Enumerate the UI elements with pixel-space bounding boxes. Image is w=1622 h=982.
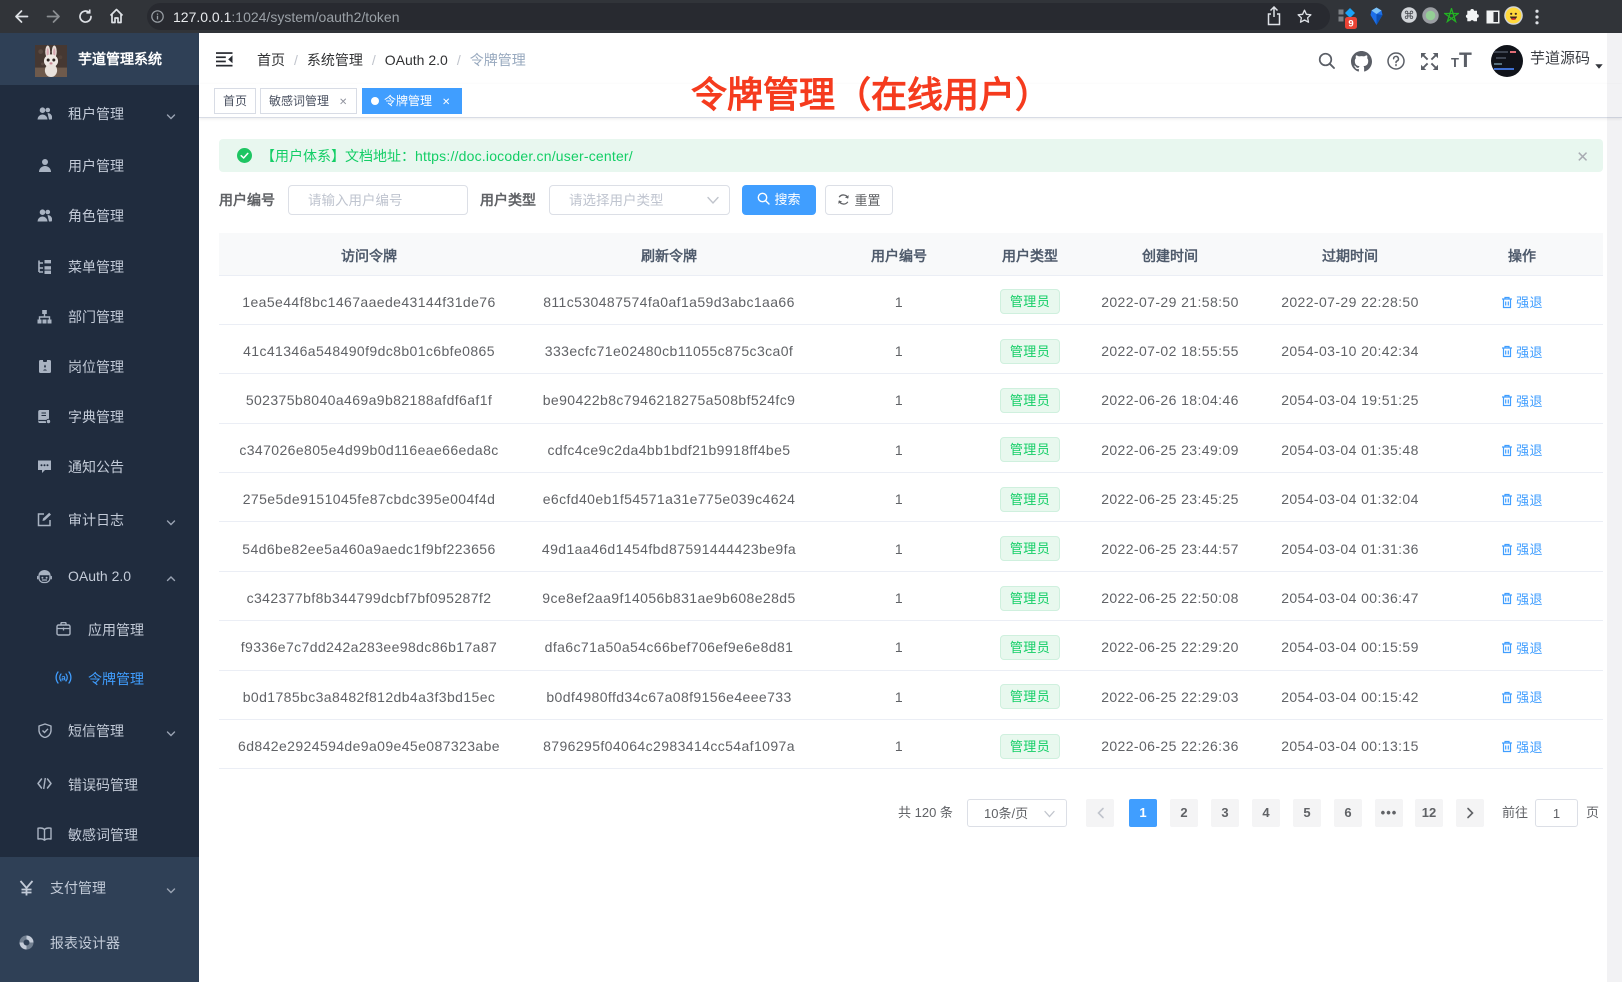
svg-text:⌘: ⌘ [1404,10,1415,22]
svg-text:9: 9 [1348,19,1353,30]
svg-text:a: a [61,673,66,682]
